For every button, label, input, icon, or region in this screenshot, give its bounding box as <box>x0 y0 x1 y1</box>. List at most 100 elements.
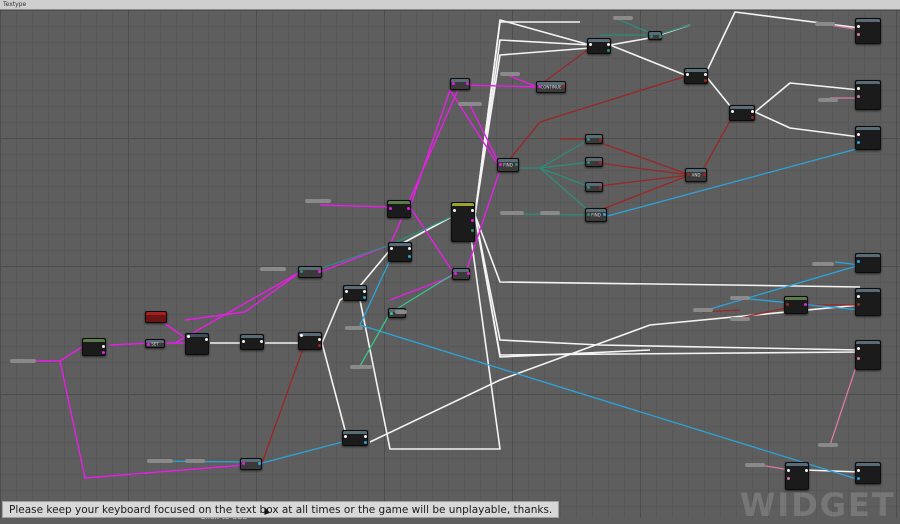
node-pin[interactable] <box>242 462 245 465</box>
node-pin[interactable] <box>300 270 303 273</box>
graph-node[interactable]: SET <box>145 339 165 348</box>
node-pin[interactable] <box>857 25 860 28</box>
node-pin[interactable] <box>471 229 474 232</box>
node-pin[interactable] <box>599 138 602 141</box>
node-pin[interactable] <box>857 469 860 472</box>
node-pin[interactable] <box>318 344 321 347</box>
graph-node[interactable] <box>145 311 167 323</box>
graph-node[interactable] <box>450 78 470 90</box>
node-pin[interactable] <box>804 303 807 306</box>
node-pin[interactable] <box>787 469 790 472</box>
node-pin[interactable] <box>408 255 411 258</box>
node-pin[interactable] <box>471 209 474 212</box>
node-pin[interactable] <box>364 435 367 438</box>
node-pin[interactable] <box>300 334 303 337</box>
graph-node[interactable] <box>729 105 755 121</box>
node-pin[interactable] <box>318 338 321 341</box>
variable-getter[interactable] <box>818 98 838 102</box>
node-pin[interactable] <box>364 441 367 444</box>
node-pin[interactable] <box>857 295 860 298</box>
graph-node[interactable] <box>855 80 881 110</box>
node-pin[interactable] <box>102 351 105 354</box>
node-pin[interactable] <box>390 247 393 250</box>
graph-node[interactable] <box>585 182 603 192</box>
node-pin[interactable] <box>187 335 190 338</box>
node-pin[interactable] <box>786 303 789 306</box>
node-pin[interactable] <box>344 435 347 438</box>
graph-node[interactable]: CONTINUE <box>536 81 566 93</box>
graph-node[interactable]: FIND <box>497 158 519 172</box>
node-pin[interactable] <box>242 340 245 343</box>
node-pin[interactable] <box>407 207 410 210</box>
node-pin[interactable] <box>587 186 590 189</box>
variable-getter[interactable] <box>10 359 36 363</box>
node-pin[interactable] <box>260 340 263 343</box>
node-pin[interactable] <box>453 209 456 212</box>
graph-node[interactable] <box>855 462 881 484</box>
node-pin[interactable] <box>787 477 790 480</box>
blueprint-graph-canvas[interactable]: SET CONTINUE FIND FIND AND <box>0 10 900 518</box>
graph-node[interactable] <box>585 157 603 167</box>
graph-node[interactable] <box>343 285 367 301</box>
node-pin[interactable] <box>857 33 860 36</box>
node-pin[interactable] <box>857 303 860 306</box>
variable-getter[interactable] <box>812 262 834 266</box>
node-pin[interactable] <box>345 290 348 293</box>
variable-getter[interactable] <box>693 308 713 312</box>
node-pin[interactable] <box>408 247 411 250</box>
graph-node[interactable] <box>855 253 881 273</box>
node-pin[interactable] <box>389 207 392 210</box>
graph-node[interactable] <box>240 334 264 350</box>
node-pin[interactable] <box>587 138 590 141</box>
variable-getter[interactable] <box>458 102 482 106</box>
graph-node[interactable] <box>784 296 808 314</box>
node-pin[interactable] <box>650 35 653 38</box>
node-pin[interactable] <box>805 469 808 472</box>
graph-node[interactable] <box>451 202 475 242</box>
variable-getter[interactable] <box>745 463 765 467</box>
node-pin[interactable] <box>751 110 754 113</box>
node-pin[interactable] <box>607 49 610 52</box>
node-pin[interactable] <box>589 43 592 46</box>
graph-node[interactable] <box>82 338 106 356</box>
graph-node[interactable] <box>855 288 881 316</box>
variable-getter[interactable] <box>540 211 560 215</box>
graph-node[interactable] <box>855 126 881 150</box>
node-pin[interactable] <box>587 161 590 164</box>
graph-node[interactable] <box>587 38 611 54</box>
variable-getter[interactable] <box>185 459 205 463</box>
variable-getter[interactable] <box>730 296 750 300</box>
node-pin[interactable] <box>390 312 393 315</box>
node-pin[interactable] <box>599 161 602 164</box>
graph-node[interactable]: FIND <box>585 208 607 222</box>
graph-node[interactable] <box>855 340 881 370</box>
node-pin[interactable] <box>363 296 366 299</box>
node-pin[interactable] <box>102 345 105 348</box>
variable-getter[interactable] <box>260 267 286 271</box>
variable-getter[interactable] <box>815 22 835 26</box>
node-pin[interactable] <box>452 82 455 85</box>
node-pin[interactable] <box>686 73 689 76</box>
node-pin[interactable] <box>599 186 602 189</box>
node-pin[interactable] <box>857 87 860 90</box>
graph-node[interactable] <box>648 31 662 40</box>
node-pin[interactable] <box>857 95 860 98</box>
node-pin[interactable] <box>659 35 662 38</box>
graph-node[interactable] <box>585 134 603 144</box>
node-pin[interactable] <box>731 110 734 113</box>
variable-getter[interactable] <box>350 365 372 369</box>
graph-node[interactable] <box>240 458 262 470</box>
variable-getter[interactable] <box>345 326 363 330</box>
node-pin[interactable] <box>318 270 321 273</box>
variable-getter[interactable] <box>500 211 524 215</box>
variable-getter[interactable] <box>818 443 838 447</box>
graph-node[interactable] <box>387 200 411 218</box>
node-pin[interactable] <box>857 347 860 350</box>
node-pin[interactable] <box>857 133 860 136</box>
node-pin[interactable] <box>205 338 208 341</box>
variable-getter[interactable] <box>305 199 331 203</box>
variable-getter[interactable] <box>147 459 173 463</box>
node-pin[interactable] <box>363 290 366 293</box>
node-pin[interactable] <box>857 260 860 263</box>
graph-node[interactable] <box>684 68 708 84</box>
